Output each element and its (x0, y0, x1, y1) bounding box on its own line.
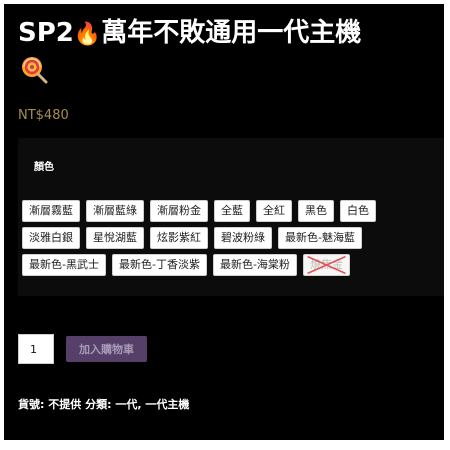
color-swatch-label: 星悅湖藍 (93, 231, 137, 244)
color-swatch[interactable]: 白色 (340, 200, 376, 222)
quantity-input[interactable] (18, 334, 54, 364)
variations-panel: 顏色 漸層霧藍 漸層藍綠 漸層粉金 全藍 全紅 黑色 白色 淡雅白銀 星悅湖藍 炫影紫紅 碧波粉綠最… (18, 138, 444, 296)
color-swatch[interactable]: 全藍 (214, 200, 250, 222)
product-price: NT$480 (18, 108, 69, 123)
color-swatch-label: 漸層霧藍 (29, 204, 73, 217)
category-link[interactable]: 一代 (115, 398, 137, 411)
color-swatch-label: 最新色-丁香淡紫 (118, 258, 200, 271)
color-swatch[interactable]: 最新色-黑武士 (22, 254, 106, 276)
add-to-cart-button[interactable]: 加入購物車 (66, 336, 147, 362)
color-swatch-label: 最新色-黑武士 (29, 258, 99, 271)
color-swatch[interactable]: 漸層粉金 (150, 200, 208, 222)
color-swatch-label: 淡雅白銀 (29, 231, 73, 244)
color-swatch-list: 漸層霧藍 漸層藍綠 漸層粉金 全藍 全紅 黑色 白色 淡雅白銀 星悅湖藍 炫影紫紅 碧波粉綠 最新色-… (22, 200, 398, 276)
color-swatch-label: 碧波粉綠 (221, 231, 265, 244)
color-swatch-label: 黑色 (305, 204, 327, 217)
color-swatch[interactable]: 星悅湖藍 (86, 227, 144, 249)
title-prefix: SP2 (18, 18, 74, 48)
color-swatch-label: 漸層藍綠 (93, 204, 137, 217)
sku-value: 不提供 (48, 398, 82, 411)
color-swatch[interactable]: 最新色-魅海藍 (278, 227, 362, 249)
color-swatch[interactable]: 最新色-海棠粉 (212, 254, 297, 276)
color-swatch-label: 全藍 (221, 204, 243, 217)
category-separator: , (137, 398, 142, 411)
color-swatch-label: 最新色-海棠粉 (219, 258, 290, 271)
lollipop-icon (22, 57, 48, 84)
product-meta: 貨號: 不提供 分類: 一代, 一代主機 (18, 396, 189, 412)
color-swatch[interactable]: 燒焦金 (302, 254, 350, 276)
color-swatch-label: 最新色-魅海藍 (285, 231, 355, 244)
color-swatch[interactable]: 淡雅白銀 (22, 227, 80, 249)
unavailable-cross-icon (304, 255, 349, 275)
color-swatch[interactable]: 最新色-丁香淡紫 (111, 254, 207, 276)
color-swatch-label: 漸層粉金 (157, 204, 201, 217)
color-attribute-label: 顏色 (34, 162, 54, 173)
category-label: 分類: (85, 398, 112, 411)
category-link[interactable]: 一代主機 (145, 398, 189, 411)
sku-label: 貨號: (18, 398, 45, 411)
title-suffix: 萬年不敗通用一代主機 (101, 18, 362, 48)
color-swatch[interactable]: 黑色 (298, 200, 334, 222)
product-title: SP2🔥萬年不敗通用一代主機 (18, 14, 438, 54)
color-swatch[interactable]: 炫影紫紅 (150, 227, 208, 249)
product-page: SP2🔥萬年不敗通用一代主機 NT$480 顏色 漸層霧藍 漸層藍綠 漸層粉金 全藍 全… (4, 4, 444, 440)
fire-icon: 🔥 (73, 22, 102, 47)
color-swatch-label: 白色 (347, 204, 369, 217)
color-swatch-label: 全紅 (263, 204, 285, 217)
color-swatch[interactable]: 漸層霧藍 (22, 200, 80, 222)
color-swatch[interactable]: 全紅 (256, 200, 292, 222)
color-swatch[interactable]: 碧波粉綠 (214, 227, 272, 249)
color-swatch-label: 炫影紫紅 (157, 231, 201, 244)
color-swatch[interactable]: 漸層藍綠 (86, 200, 144, 222)
